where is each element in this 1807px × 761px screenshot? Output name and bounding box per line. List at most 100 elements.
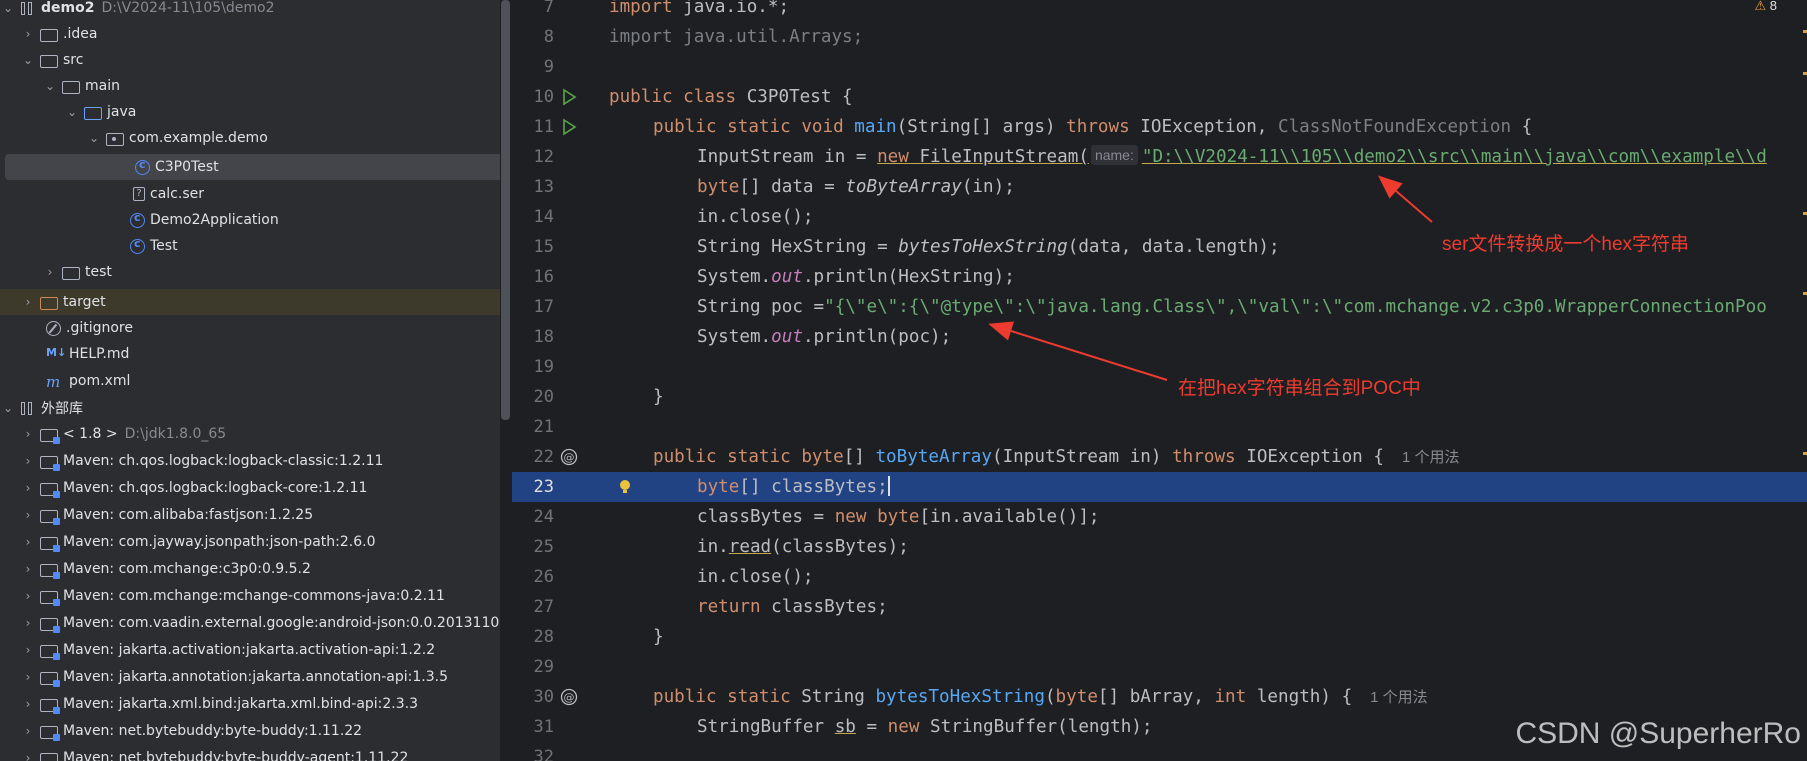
chevron-right-icon[interactable]: ›	[20, 295, 36, 309]
line-number: 10	[533, 87, 554, 107]
chevron-right-icon[interactable]: ›	[20, 643, 36, 657]
tree-item-c3p0test[interactable]: C3P0Test	[5, 154, 500, 180]
chevron-right-icon[interactable]: ›	[20, 454, 36, 468]
tree-item-library[interactable]: › Maven: com.alibaba:fastjson:1.2.25	[0, 502, 500, 528]
chevron-down-icon[interactable]: ⌄	[0, 1, 16, 15]
tree-item-java[interactable]: ⌄ java	[0, 99, 500, 125]
line-number: 27	[533, 597, 554, 617]
token: .println(HexString);	[802, 267, 1015, 287]
chevron-down-icon[interactable]: ⌄	[86, 131, 102, 145]
tree-scrollbar[interactable]	[501, 0, 510, 420]
chevron-right-icon[interactable]: ›	[20, 670, 36, 684]
tree-item-package[interactable]: ⌄ com.example.demo	[0, 125, 500, 151]
code-text[interactable]: in.close();	[609, 202, 814, 232]
token: byte	[1055, 687, 1098, 707]
token: [] data =	[739, 177, 846, 197]
code-line: 28 }	[512, 622, 1807, 652]
usage-hint[interactable]: 1 个用法	[1402, 449, 1460, 466]
line-number: 21	[533, 417, 554, 437]
tree-item-library[interactable]: › Maven: net.bytebuddy:byte-buddy-agent:1…	[0, 745, 500, 761]
usages-icon[interactable]: @	[560, 448, 578, 466]
library-icon	[40, 644, 60, 660]
code-text[interactable]: byte[] classBytes;	[609, 472, 890, 502]
tree-item-idea[interactable]: › .idea	[0, 21, 500, 47]
code-text[interactable]: in.read(classBytes);	[609, 532, 909, 562]
tree-item-library[interactable]: › Maven: jakarta.activation:jakarta.activ…	[0, 637, 500, 663]
code-text[interactable]: return classBytes;	[609, 592, 888, 622]
code-text[interactable]: System.out.println(HexString);	[609, 262, 1015, 292]
watermark: CSDN @SuperherRo	[1515, 717, 1801, 750]
tree-item-calc-ser[interactable]: ? calc.ser	[0, 181, 500, 207]
code-text[interactable]: String poc ="{\"e\":{\"@type\":\"java.la…	[609, 292, 1767, 322]
run-icon[interactable]	[560, 118, 578, 136]
tree-item-library[interactable]: › Maven: com.mchange:mchange-commons-java…	[0, 583, 500, 609]
chevron-right-icon[interactable]: ›	[20, 697, 36, 711]
chevron-right-icon[interactable]: ›	[20, 508, 36, 522]
tree-item-library[interactable]: › Maven: jakarta.xml.bind:jakarta.xml.bin…	[0, 691, 500, 717]
code-text[interactable]: byte[] data = toByteArray(in);	[609, 172, 1015, 202]
tree-item-pom-xml[interactable]: m pom.xml	[0, 368, 500, 394]
token: byte	[697, 177, 740, 197]
code-text[interactable]: System.out.println(poc);	[609, 322, 951, 352]
chevron-down-icon[interactable]: ⌄	[64, 105, 80, 119]
code-text[interactable]: in.close();	[609, 562, 814, 592]
tree-root-demo2[interactable]: ⌄ demo2 D:\V2024-11\105\demo2	[0, 0, 500, 21]
tree-item-test-folder[interactable]: › test	[0, 259, 500, 285]
tree-item-library[interactable]: › Maven: com.mchange:c3p0:0.9.5.2	[0, 556, 500, 582]
tree-item-library[interactable]: › Maven: ch.qos.logback:logback-core:1.2.…	[0, 475, 500, 501]
token: public	[609, 87, 673, 107]
code-text[interactable]: String HexString = bytesToHexString(data…	[609, 232, 1280, 262]
chevron-right-icon[interactable]: ›	[20, 27, 36, 41]
line-number: 17	[533, 297, 554, 317]
code-editor[interactable]: ⚠ 8 7 import java.io.*; 8 import java.ut…	[512, 0, 1807, 761]
tree-item-gitignore[interactable]: .gitignore	[0, 315, 500, 341]
code-text[interactable]: InputStream in = new FileInputStream(nam…	[609, 142, 1767, 172]
chevron-right-icon[interactable]: ›	[20, 427, 36, 441]
tree-item-library[interactable]: › Maven: ch.qos.logback:logback-classic:1…	[0, 448, 500, 474]
line-number: 32	[533, 747, 554, 761]
tree-item-target[interactable]: › target	[0, 289, 500, 315]
token: String	[790, 687, 876, 707]
tree-item-main[interactable]: ⌄ main	[0, 73, 500, 99]
chevron-down-icon[interactable]: ⌄	[42, 79, 58, 93]
code-text[interactable]: }	[609, 382, 664, 412]
tree-item-jdk[interactable]: › < 1.8 > D:\jdk1.8.0_65	[0, 421, 500, 447]
usages-icon[interactable]: @	[560, 688, 578, 706]
token: .println(poc);	[802, 327, 952, 347]
tree-item-demo2application[interactable]: Demo2Application	[0, 207, 500, 233]
run-icon[interactable]	[560, 88, 578, 106]
code-line: 13 byte[] data = toByteArray(in);	[512, 172, 1807, 202]
tree-item-test-class[interactable]: Test	[0, 233, 500, 259]
tree-item-library[interactable]: › Maven: jakarta.annotation:jakarta.annot…	[0, 664, 500, 690]
chevron-right-icon[interactable]: ›	[20, 724, 36, 738]
tree-item-library[interactable]: › Maven: com.jayway.jsonpath:json-path:2.…	[0, 529, 500, 555]
chevron-right-icon[interactable]: ›	[20, 751, 36, 761]
chevron-right-icon[interactable]: ›	[20, 616, 36, 630]
code-text[interactable]: import java.io.*;	[609, 0, 789, 22]
code-text[interactable]: public static byte[] toByteArray(InputSt…	[609, 442, 1459, 473]
code-text[interactable]: public static void main(String[] args) t…	[609, 112, 1532, 142]
usage-hint[interactable]: 1 个用法	[1370, 689, 1428, 706]
tree-item-library[interactable]: › Maven: net.bytebuddy:byte-buddy:1.11.22	[0, 718, 500, 744]
chevron-right-icon[interactable]: ›	[20, 535, 36, 549]
code-text[interactable]: classBytes = new byte[in.available()];	[609, 502, 1100, 532]
tree-item-library[interactable]: › Maven: com.vaadin.external.google:andro…	[0, 610, 500, 636]
line-number: 29	[533, 657, 554, 677]
chevron-down-icon[interactable]: ⌄	[0, 401, 16, 415]
code-text[interactable]: import java.util.Arrays;	[609, 22, 863, 52]
chevron-right-icon[interactable]: ›	[20, 481, 36, 495]
tree-item-src[interactable]: ⌄ src	[0, 47, 500, 73]
tree-item-external-libraries[interactable]: ⌄ 外部库	[0, 395, 500, 421]
code-text[interactable]: StringBuffer sb = new StringBuffer(lengt…	[609, 712, 1153, 742]
code-text[interactable]: public static String bytesToHexString(by…	[609, 682, 1428, 713]
tree-item-label: test	[85, 264, 112, 280]
chevron-right-icon[interactable]: ›	[20, 589, 36, 603]
code-text[interactable]: }	[609, 622, 664, 652]
chevron-right-icon[interactable]: ›	[20, 562, 36, 576]
chevron-down-icon[interactable]: ⌄	[20, 53, 36, 67]
chevron-right-icon[interactable]: ›	[42, 265, 58, 279]
code-text[interactable]: public class C3P0Test {	[609, 82, 853, 112]
svg-text:@: @	[564, 451, 575, 464]
tree-item-help-md[interactable]: M↓ HELP.md	[0, 341, 500, 367]
token: classBytes =	[697, 507, 835, 527]
